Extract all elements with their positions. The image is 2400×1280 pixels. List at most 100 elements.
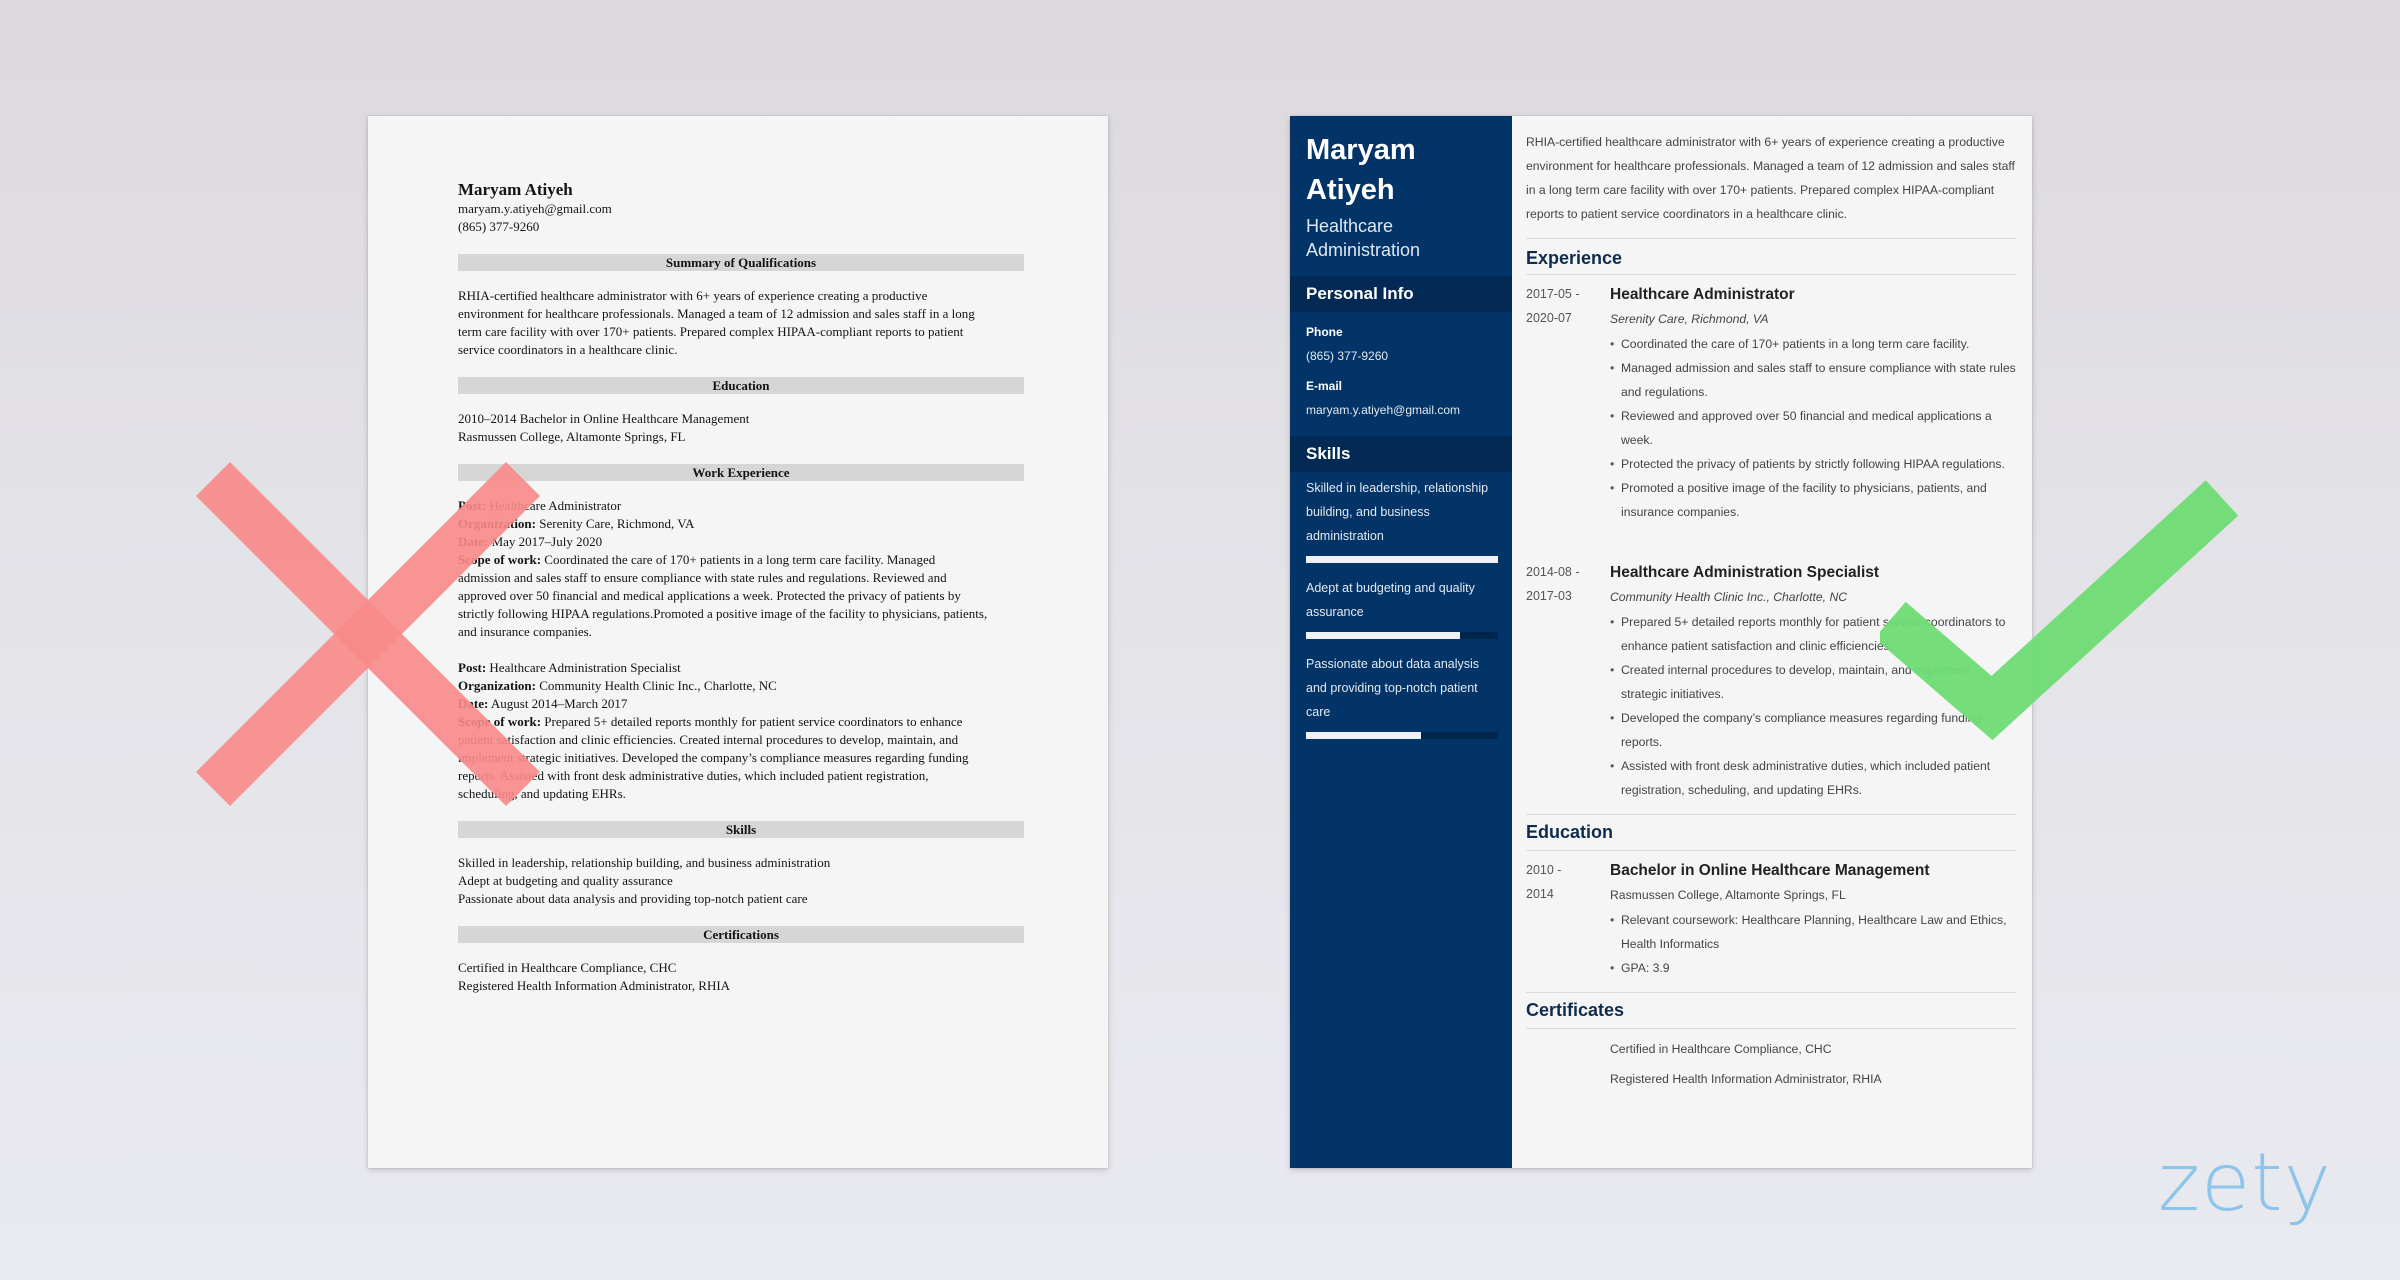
divider — [1526, 814, 2016, 815]
divider — [1526, 992, 2016, 993]
scope-line: patient satisfaction and clinic efficien… — [458, 732, 959, 747]
summary-line: service coordinators in a healthcare cli… — [458, 342, 678, 357]
resume-sidebar: Maryam Atiyeh Healthcare Administration … — [1290, 116, 1512, 1168]
scope-line: implement strategic initiatives. Develop… — [458, 750, 969, 765]
job-title: Healthcare Administration Specialist — [1610, 564, 1880, 581]
degree: Bachelor in Online Healthcare Management — [1610, 862, 1930, 879]
skill-item: Passionate about data analysis and provi… — [1306, 657, 1480, 719]
date-label: Date: — [458, 534, 489, 549]
job-title: Healthcare Administration — [1306, 214, 1420, 262]
job-organization: Community Health Clinic Inc., Charlotte,… — [539, 678, 777, 693]
section-header-skills: Skills — [458, 821, 1024, 838]
job-dates: 2017-05 - 2020-07 — [1526, 282, 1606, 330]
skill-item: Skilled in leadership, relationship buil… — [458, 855, 831, 870]
organization-label: Organization: — [458, 678, 536, 693]
section-header-work: Work Experience — [458, 464, 1024, 481]
summary-line: RHIA-certified healthcare administrator … — [458, 288, 928, 303]
divider — [1526, 850, 2016, 851]
skill-item: Passionate about data analysis and provi… — [458, 891, 808, 906]
education-line: 2010–2014 Bachelor in Online Healthcare … — [458, 411, 750, 426]
summary-text: RHIA-certified healthcare administrator … — [458, 287, 1024, 359]
zety-logo: zety — [2158, 1136, 2332, 1229]
resume-name: Maryam Atiyeh — [1306, 130, 1416, 210]
section-header-education: Education — [458, 377, 1024, 394]
certification-item: Certified in Healthcare Compliance, CHC — [458, 960, 677, 975]
scope-line: strictly following HIPAA regulations.Pro… — [458, 606, 988, 621]
scope-label: Scope of work: — [458, 552, 542, 567]
bullet-item: Assisted with front desk administrative … — [1610, 754, 2016, 802]
date-start: 2014-08 - — [1526, 565, 1580, 579]
resume-name: Maryam Atiyeh — [458, 180, 573, 199]
skill-level-bar — [1306, 556, 1498, 563]
experience-entry: Healthcare Administration Specialist Com… — [1610, 562, 2016, 802]
job-company: Community Health Clinic Inc., Charlotte,… — [1610, 590, 1848, 604]
education-text: 2010–2014 Bachelor in Online Healthcare … — [458, 410, 1024, 446]
bullet-item: Reviewed and approved over 50 financial … — [1610, 404, 2016, 452]
job-organization: Serenity Care, Richmond, VA — [539, 516, 695, 531]
skill-level-fill — [1306, 556, 1498, 563]
scope-label: Scope of work: — [458, 714, 542, 729]
bullet-item: Relevant coursework: Healthcare Planning… — [1610, 908, 2016, 956]
resume-main-column: RHIA-certified healthcare administrator … — [1526, 116, 2018, 1168]
job-bullets: Coordinated the care of 170+ patients in… — [1610, 332, 2016, 524]
bullet-item: Protected the privacy of patients by str… — [1610, 452, 2016, 476]
bullet-item: Coordinated the care of 170+ patients in… — [1610, 332, 2016, 356]
skill-level-fill — [1306, 632, 1460, 639]
certificates-heading: Certificates — [1526, 1000, 1625, 1020]
skill-item: Skilled in leadership, relationship buil… — [1306, 481, 1489, 543]
good-resume-example: Maryam Atiyeh Healthcare Administration … — [1290, 116, 2032, 1168]
date-end: 2014 — [1526, 887, 1554, 901]
school: Rasmussen College, Altamonte Springs, FL — [1610, 888, 1846, 902]
bullet-item: Prepared 5+ detailed reports monthly for… — [1610, 610, 2016, 658]
education-heading: Education — [1526, 822, 1614, 842]
first-name: Maryam — [1306, 134, 1416, 166]
skills-list: Skilled in leadership, relationship buil… — [458, 854, 1024, 908]
bullet-item: Developed the company’s compliance measu… — [1610, 706, 2016, 754]
skills-heading: Skills — [1290, 436, 1512, 472]
divider — [1526, 1028, 2016, 1029]
section-header-certifications: Certifications — [458, 926, 1024, 943]
experience-entry: Healthcare Administrator Serenity Care, … — [1610, 284, 2016, 524]
job-date: May 2017–July 2020 — [491, 534, 603, 549]
bullet-item: Promoted a positive image of the facilit… — [1610, 476, 2016, 524]
job-entry: Post: Healthcare Administrator Organizat… — [458, 497, 1024, 641]
divider — [1526, 238, 2016, 239]
job-title-line: Healthcare — [1306, 216, 1394, 236]
job-company: Serenity Care, Richmond, VA — [1610, 312, 1769, 326]
bullet-item: Managed admission and sales staff to ens… — [1610, 356, 2016, 404]
date-end: 2017-03 — [1526, 589, 1572, 603]
post-label: Post: — [458, 660, 487, 675]
job-date: August 2014–March 2017 — [490, 696, 628, 711]
scope-line: scheduling, and updating EHRs. — [458, 786, 626, 801]
education-dates: 2010 - 2014 — [1526, 858, 1606, 906]
organization-label: Organization: — [458, 516, 536, 531]
resume-email: maryam.y.atiyeh@gmail.com — [458, 201, 612, 216]
last-name: Atiyeh — [1306, 174, 1395, 206]
job-post: Healthcare Administration Specialist — [489, 660, 681, 675]
experience-heading: Experience — [1526, 248, 1623, 268]
email-label: E-mail — [1306, 379, 1343, 393]
skill-level-fill — [1306, 732, 1422, 739]
skill-item: Adept at budgeting and quality assurance — [458, 873, 673, 888]
scope-line: Prepared 5+ detailed reports monthly for… — [544, 714, 963, 729]
certificate-item: Certified in Healthcare Compliance, CHC — [1610, 1042, 1832, 1056]
job-post: Healthcare Administrator — [489, 498, 622, 513]
date-label: Date: — [458, 696, 489, 711]
job-dates: 2014-08 - 2017-03 — [1526, 560, 1606, 608]
skill-item: Adept at budgeting and quality assurance — [1306, 581, 1475, 619]
resume-phone: (865) 377-9260 — [458, 219, 540, 234]
bad-resume-example: Maryam Atiyeh maryam.y.atiyeh@gmail.com … — [368, 116, 1108, 1168]
skill-level-bar — [1306, 632, 1498, 639]
date-start: 2010 - — [1526, 863, 1562, 877]
bullet-item: GPA: 3.9 — [1610, 956, 2016, 980]
email-value: maryam.y.atiyeh@gmail.com — [1306, 403, 1460, 417]
scope-line: reports. Assisted with front desk admini… — [458, 768, 929, 783]
job-bullets: Prepared 5+ detailed reports monthly for… — [1610, 610, 2016, 802]
education-entry: Bachelor in Online Healthcare Management… — [1610, 860, 2016, 980]
scope-line: and insurance companies. — [458, 624, 592, 639]
education-line: Rasmussen College, Altamonte Springs, FL — [458, 429, 686, 444]
divider — [1526, 274, 2016, 275]
date-start: 2017-05 - — [1526, 287, 1580, 301]
certification-item: Registered Health Information Administra… — [458, 978, 731, 993]
scope-line: Coordinated the care of 170+ patients in… — [544, 552, 936, 567]
